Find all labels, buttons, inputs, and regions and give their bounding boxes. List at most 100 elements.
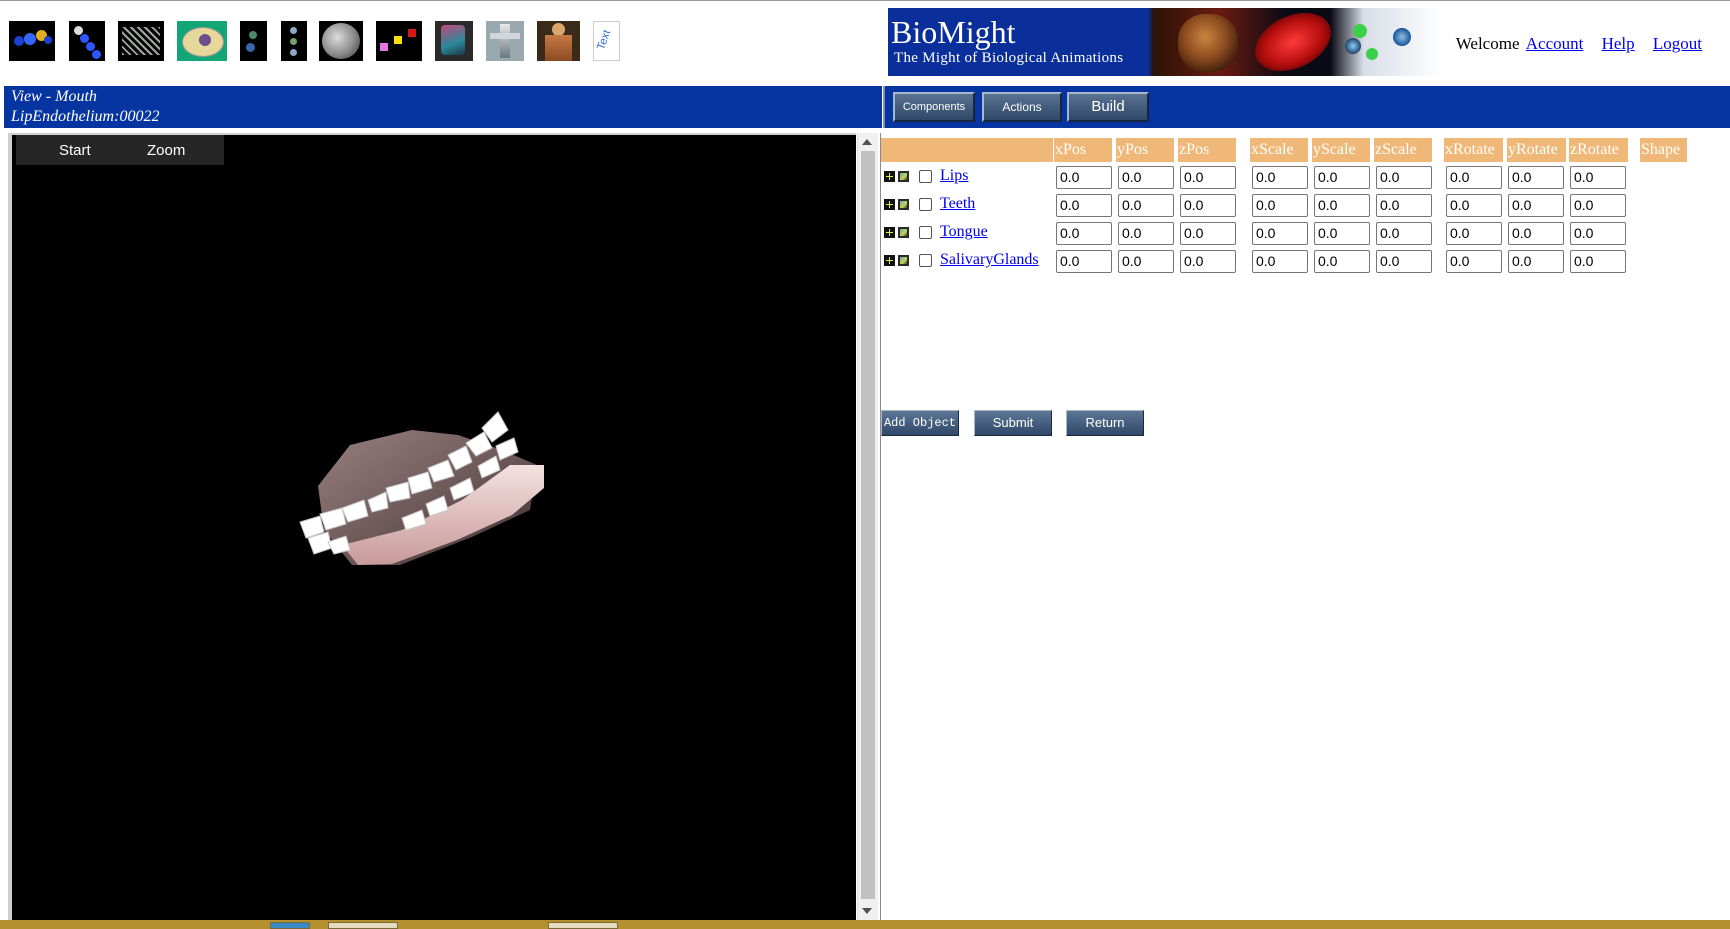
logout-link[interactable]: Logout	[1653, 34, 1702, 53]
components-panel: xPos yPos zPos xScale yScale zScale xRotate yRo…	[880, 133, 1730, 920]
help-link[interactable]: Help	[1602, 34, 1635, 53]
3d-viewer[interactable]: Start Zoom	[8, 133, 856, 922]
field-yscale[interactable]: 0.0	[1314, 222, 1370, 245]
skeleton-icon[interactable]	[486, 21, 524, 61]
viewer-scrollbar[interactable]	[857, 133, 878, 920]
field-zrotate[interactable]: 0.0	[1570, 250, 1626, 273]
organ-icon[interactable]	[435, 21, 473, 61]
field-xrotate[interactable]: 0.0	[1446, 222, 1502, 245]
mouth-model[interactable]	[282, 340, 582, 570]
field-xrotate[interactable]: 0.0	[1446, 166, 1502, 189]
field-zscale[interactable]: 0.0	[1376, 166, 1432, 189]
component-link-salivaryglands[interactable]: SalivaryGlands	[940, 251, 1039, 269]
cell-icon[interactable]	[177, 21, 227, 61]
text-icon-label: Text	[595, 28, 614, 52]
field-zscale[interactable]: 0.0	[1376, 250, 1432, 273]
field-zrotate[interactable]: 0.0	[1570, 194, 1626, 217]
tab-actions[interactable]: Actions	[982, 92, 1062, 122]
field-ypos[interactable]: 0.0	[1118, 250, 1174, 273]
field-yrotate[interactable]: 0.0	[1508, 222, 1564, 245]
field-xscale[interactable]: 0.0	[1252, 194, 1308, 217]
row-checkbox[interactable]	[919, 226, 932, 239]
top-header: Text BioMight The Might of Biological An…	[0, 0, 1730, 87]
user-menu: Welcome Account Help Logout	[1456, 34, 1702, 54]
zoom-menu[interactable]: Zoom	[147, 142, 185, 159]
account-link[interactable]: Account	[1526, 34, 1584, 53]
field-zpos[interactable]: 0.0	[1180, 250, 1236, 273]
field-zrotate[interactable]: 0.0	[1570, 222, 1626, 245]
table-header-yrotate: yRotate	[1507, 138, 1566, 162]
field-xpos[interactable]: 0.0	[1056, 166, 1112, 189]
banner-title: BioMight	[891, 14, 1016, 50]
submit-button[interactable]: Submit	[974, 410, 1052, 436]
expand-icon[interactable]	[884, 227, 895, 238]
banner-subtitle: The Might of Biological Animations	[894, 50, 1124, 66]
scroll-thumb[interactable]	[861, 151, 875, 899]
return-button[interactable]: Return	[1066, 410, 1144, 436]
field-ypos[interactable]: 0.0	[1118, 194, 1174, 217]
field-yrotate[interactable]: 0.0	[1508, 194, 1564, 217]
table-header-zscale: zScale	[1374, 138, 1432, 162]
chromosome-icon[interactable]	[281, 21, 307, 61]
field-yrotate[interactable]: 0.0	[1508, 250, 1564, 273]
component-icon[interactable]	[898, 171, 909, 182]
atom-chain-icon[interactable]	[69, 21, 105, 61]
row-checkbox[interactable]	[919, 254, 932, 267]
component-link-tongue[interactable]: Tongue	[940, 223, 988, 241]
component-icon[interactable]	[898, 255, 909, 266]
field-xpos[interactable]: 0.0	[1056, 194, 1112, 217]
expand-icon[interactable]	[884, 199, 895, 210]
component-link-lips[interactable]: Lips	[940, 167, 968, 185]
scroll-up-arrow[interactable]	[862, 139, 872, 145]
table-header-shape: Shape	[1640, 138, 1687, 162]
biomight-banner[interactable]: BioMight The Might of Biological Animati…	[888, 8, 1441, 76]
particle-image	[1353, 24, 1367, 38]
field-zpos[interactable]: 0.0	[1180, 222, 1236, 245]
component-icon[interactable]	[898, 199, 909, 210]
component-icon[interactable]	[898, 227, 909, 238]
taskbar	[0, 920, 1730, 929]
field-xpos[interactable]: 0.0	[1056, 250, 1112, 273]
row-checkbox[interactable]	[919, 198, 932, 211]
field-ypos[interactable]: 0.0	[1118, 222, 1174, 245]
expand-icon[interactable]	[884, 171, 895, 182]
tissue-icon[interactable]	[376, 21, 422, 61]
field-yrotate[interactable]: 0.0	[1508, 166, 1564, 189]
table-header-xrotate: xRotate	[1444, 138, 1503, 162]
component-link-teeth[interactable]: Teeth	[940, 195, 975, 213]
field-zpos[interactable]: 0.0	[1180, 166, 1236, 189]
add-object-button[interactable]: Add Object	[881, 410, 959, 436]
taskbar-item[interactable]	[328, 922, 398, 929]
taskbar-item[interactable]	[270, 922, 310, 929]
human-body-icon[interactable]	[537, 21, 580, 61]
scroll-down-arrow[interactable]	[862, 908, 872, 914]
field-xpos[interactable]: 0.0	[1056, 222, 1112, 245]
field-xrotate[interactable]: 0.0	[1446, 194, 1502, 217]
dna-helix-icon[interactable]	[118, 21, 164, 61]
field-zscale[interactable]: 0.0	[1376, 222, 1432, 245]
field-yscale[interactable]: 0.0	[1314, 166, 1370, 189]
virus-icon[interactable]	[240, 21, 267, 61]
sphere-icon[interactable]	[319, 21, 363, 61]
field-xscale[interactable]: 0.0	[1252, 166, 1308, 189]
molecule-icon[interactable]	[9, 21, 55, 61]
field-yscale[interactable]: 0.0	[1314, 194, 1370, 217]
start-menu[interactable]: Start	[59, 142, 91, 159]
row-checkbox[interactable]	[919, 170, 932, 183]
expand-icon[interactable]	[884, 255, 895, 266]
divider	[880, 133, 881, 920]
field-zscale[interactable]: 0.0	[1376, 194, 1432, 217]
field-ypos[interactable]: 0.0	[1118, 166, 1174, 189]
welcome-text: Welcome	[1455, 34, 1520, 53]
field-xscale[interactable]: 0.0	[1252, 250, 1308, 273]
field-xrotate[interactable]: 0.0	[1446, 250, 1502, 273]
taskbar-item[interactable]	[548, 922, 618, 929]
tab-components[interactable]: Components	[893, 92, 975, 122]
text-icon[interactable]: Text	[593, 21, 620, 61]
tab-build[interactable]: Build	[1067, 92, 1149, 122]
table-header-yscale: yScale	[1312, 138, 1370, 162]
field-zrotate[interactable]: 0.0	[1570, 166, 1626, 189]
field-zpos[interactable]: 0.0	[1180, 194, 1236, 217]
field-yscale[interactable]: 0.0	[1314, 250, 1370, 273]
field-xscale[interactable]: 0.0	[1252, 222, 1308, 245]
